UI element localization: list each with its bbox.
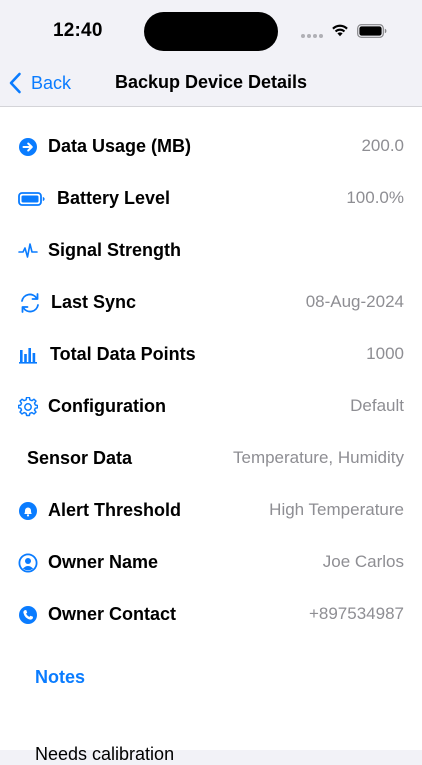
details-list: Data Usage (MB) 200.0 Battery Level 100.…: [0, 107, 422, 764]
row-battery-level: Battery Level 100.0%: [0, 173, 422, 225]
row-label: Owner Contact: [48, 604, 177, 624]
arrow-right-circle-icon: [18, 137, 38, 157]
row-label: Total Data Points: [50, 344, 196, 364]
row-label: Sensor Data: [27, 448, 133, 468]
phone-icon: [18, 605, 38, 625]
dynamic-island: [144, 12, 278, 51]
row-value: Default: [350, 396, 404, 415]
row-value: Joe Carlos: [322, 552, 404, 571]
row-data-usage: Data Usage (MB) 200.0: [0, 121, 422, 173]
row-label: Alert Threshold: [48, 500, 182, 520]
row-value: 100.0%: [346, 188, 404, 207]
wifi-icon: [332, 24, 348, 37]
bell-icon: [18, 501, 38, 521]
page-title: Backup Device Details: [114, 72, 308, 92]
bar-chart-icon: [18, 345, 38, 365]
row-owner-name: Owner Name Joe Carlos: [0, 537, 422, 589]
person-circle-icon: [18, 553, 38, 573]
row-label: Signal Strength: [48, 240, 182, 260]
row-value: 08-Aug-2024: [305, 292, 404, 311]
notes-section-label: Notes: [35, 667, 86, 687]
row-label: Data Usage (MB): [48, 136, 192, 156]
row-value: 200.0: [361, 136, 404, 155]
notes-text[interactable]: Needs calibration: [35, 744, 174, 765]
navigation-bar: Back Backup Device Details: [0, 60, 422, 107]
row-value: Temperature, Humidity: [232, 448, 404, 467]
row-sensor-data: Sensor Data Temperature, Humidity: [0, 433, 422, 485]
row-label: Last Sync: [51, 292, 137, 312]
row-value: 1000: [366, 344, 404, 363]
row-configuration: Configuration Default: [0, 381, 422, 433]
gear-icon: [18, 397, 38, 417]
status-bar: 12:40: [0, 0, 422, 60]
row-alert-threshold: Alert Threshold High Temperature: [0, 485, 422, 537]
row-last-sync: Last Sync 08-Aug-2024: [0, 277, 422, 329]
row-label: Owner Name: [48, 552, 159, 572]
row-label: Configuration: [48, 396, 166, 416]
waveform-icon: [18, 241, 38, 261]
row-value: High Temperature: [269, 500, 404, 519]
row-total-data-points: Total Data Points 1000: [0, 329, 422, 381]
sync-icon: [18, 293, 42, 313]
row-owner-contact: Owner Contact +897534987: [0, 589, 422, 641]
row-label: Battery Level: [57, 188, 171, 208]
battery-icon: [18, 189, 46, 209]
battery-status-icon: [357, 24, 387, 38]
cellular-signal-icon: [301, 34, 323, 38]
row-signal-strength: Signal Strength: [0, 225, 422, 277]
status-time: 12:40: [53, 20, 103, 41]
row-value: +897534987: [308, 604, 404, 623]
